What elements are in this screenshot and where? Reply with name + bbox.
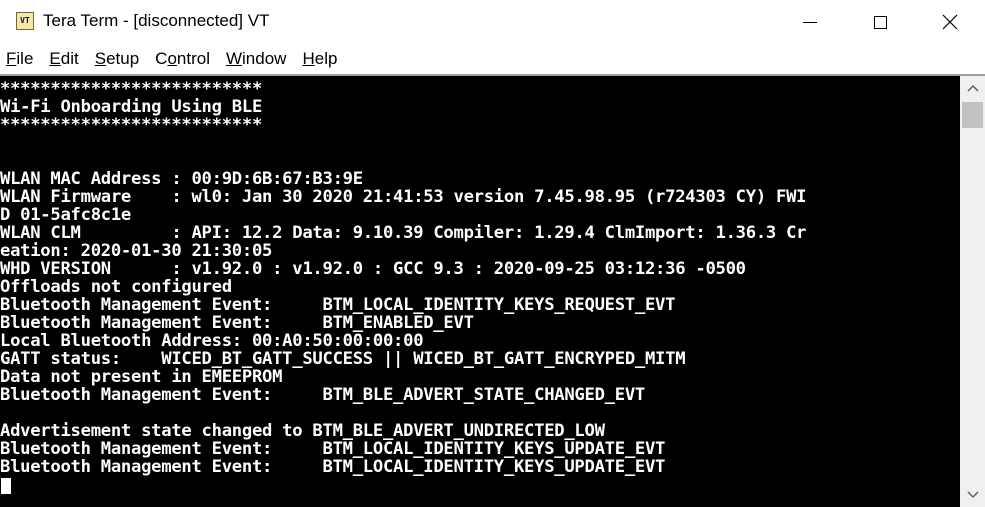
terminal-line: Bluetooth Management Event: BTM_LOCAL_ID…: [0, 458, 666, 476]
terminal-line: Data not present in EMEEPROM: [0, 368, 283, 386]
menu-file[interactable]: File: [0, 49, 42, 69]
terminal-line: GATT status: WICED_BT_GATT_SUCCESS || WI…: [0, 350, 686, 368]
minimize-icon: [803, 21, 817, 23]
menu-bar: File Edit Setup Control Window Help: [0, 44, 985, 74]
terminal-lines: ************************** Wi-Fi Onboard…: [0, 80, 960, 476]
chevron-up-icon: [966, 84, 979, 92]
close-icon: [942, 14, 958, 30]
menu-setup[interactable]: Setup: [88, 49, 148, 69]
terminal-line: Bluetooth Management Event: BTM_LOCAL_ID…: [0, 296, 676, 314]
terminal-cursor: [1, 478, 11, 494]
terminal-line: Bluetooth Management Event: BTM_LOCAL_ID…: [0, 440, 666, 458]
terminal-line: Wi-Fi Onboarding Using BLE: [0, 98, 263, 116]
close-button[interactable]: [927, 0, 973, 44]
scroll-thumb[interactable]: [962, 102, 983, 128]
tera-term-window: VT Tera Term - [disconnected] VT File Ed…: [0, 0, 985, 507]
chevron-down-icon: [966, 491, 979, 499]
terminal-line: WLAN Firmware : wl0: Jan 30 2020 21:41:5…: [0, 188, 807, 206]
scroll-down-button[interactable]: [960, 483, 985, 507]
terminal-output[interactable]: ************************** Wi-Fi Onboard…: [0, 76, 960, 507]
terminal-line: eation: 2020-01-30 21:30:05: [0, 242, 273, 260]
terminal-line: **************************: [0, 80, 263, 98]
minimize-button[interactable]: [787, 0, 833, 44]
maximize-button[interactable]: [857, 0, 903, 44]
terminal-line: WLAN MAC Address : 00:9D:6B:67:B3:9E: [0, 170, 363, 188]
terminal-line: Bluetooth Management Event: BTM_ENABLED_…: [0, 314, 474, 332]
terminal-line: WLAN CLM : API: 12.2 Data: 9.10.39 Compi…: [0, 224, 807, 242]
menu-edit[interactable]: Edit: [42, 49, 87, 69]
menu-control[interactable]: Control: [148, 49, 219, 69]
menu-help[interactable]: Help: [295, 49, 346, 69]
terminal-line: Local Bluetooth Address: 00:A0:50:00:00:…: [0, 332, 424, 350]
terminal-line: WHD VERSION : v1.92.0 : v1.92.0 : GCC 9.…: [0, 260, 746, 278]
title-bar[interactable]: VT Tera Term - [disconnected] VT: [0, 0, 985, 44]
terminal-line: D 01-5afc8c1e: [0, 206, 132, 224]
tera-term-app-icon[interactable]: VT: [16, 12, 34, 30]
vertical-scrollbar[interactable]: [960, 76, 985, 507]
scroll-up-button[interactable]: [960, 76, 985, 100]
window-title: Tera Term - [disconnected] VT: [43, 11, 270, 30]
terminal-line: Offloads not configured: [0, 278, 232, 296]
terminal-line: **************************: [0, 116, 263, 134]
terminal-line: Bluetooth Management Event: BTM_BLE_ADVE…: [0, 386, 645, 404]
maximize-icon: [873, 15, 887, 29]
terminal-line: Advertisement state changed to BTM_BLE_A…: [0, 422, 605, 440]
menu-window[interactable]: Window: [219, 49, 295, 69]
